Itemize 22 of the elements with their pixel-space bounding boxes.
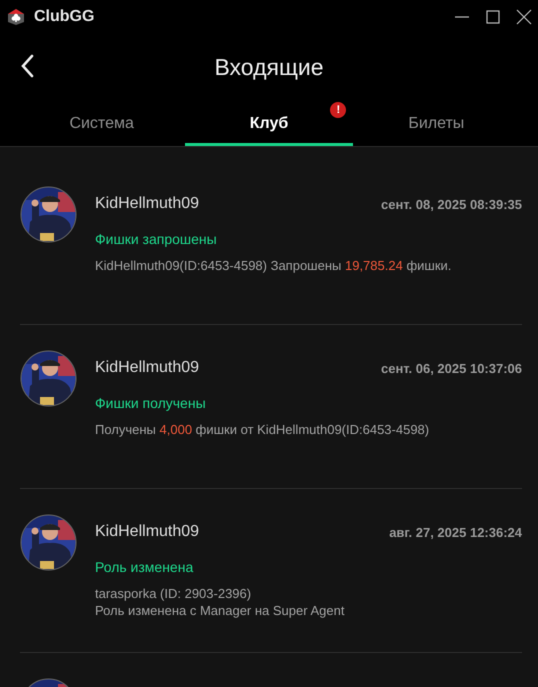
message-subject: Фишки получены: [95, 395, 207, 411]
timestamp: сент. 06, 2025 10:37:06: [380, 360, 522, 376]
sender-name: KidHellmuth09: [95, 523, 200, 541]
alert-badge: !: [330, 102, 346, 118]
maximize-icon[interactable]: [485, 9, 501, 25]
timestamp: авг. 27, 2025 12:36:24: [389, 524, 522, 540]
message-text: Получены 4,000 фишки от KidHellmuth09(ID:6453-4598): [95, 421, 430, 438]
back-icon[interactable]: [20, 54, 34, 78]
app-name: ClubGG: [34, 8, 94, 26]
message-text: tarasporka (ID: 2903-2396): [95, 585, 252, 602]
close-icon[interactable]: [516, 9, 532, 25]
message-text: KidHellmuth09(ID:6453-4598) Запрошены 19,785.24 фишки.: [95, 257, 452, 274]
tab[interactable]: Билеты: [352, 100, 520, 146]
sender-name: KidHellmuth09: [95, 359, 200, 377]
message-text: Роль изменена с Manager на Super Agent: [95, 602, 346, 619]
page-title: Входящие: [214, 54, 324, 80]
sender-name: KidHellmuth09: [95, 195, 200, 213]
tab[interactable]: Система: [18, 100, 186, 146]
message-subject: Роль изменена: [95, 559, 194, 575]
timestamp: сент. 08, 2025 08:39:35: [380, 196, 522, 212]
logo-icon: [7, 8, 25, 26]
message-subject: Фишки запрошены: [95, 231, 218, 247]
